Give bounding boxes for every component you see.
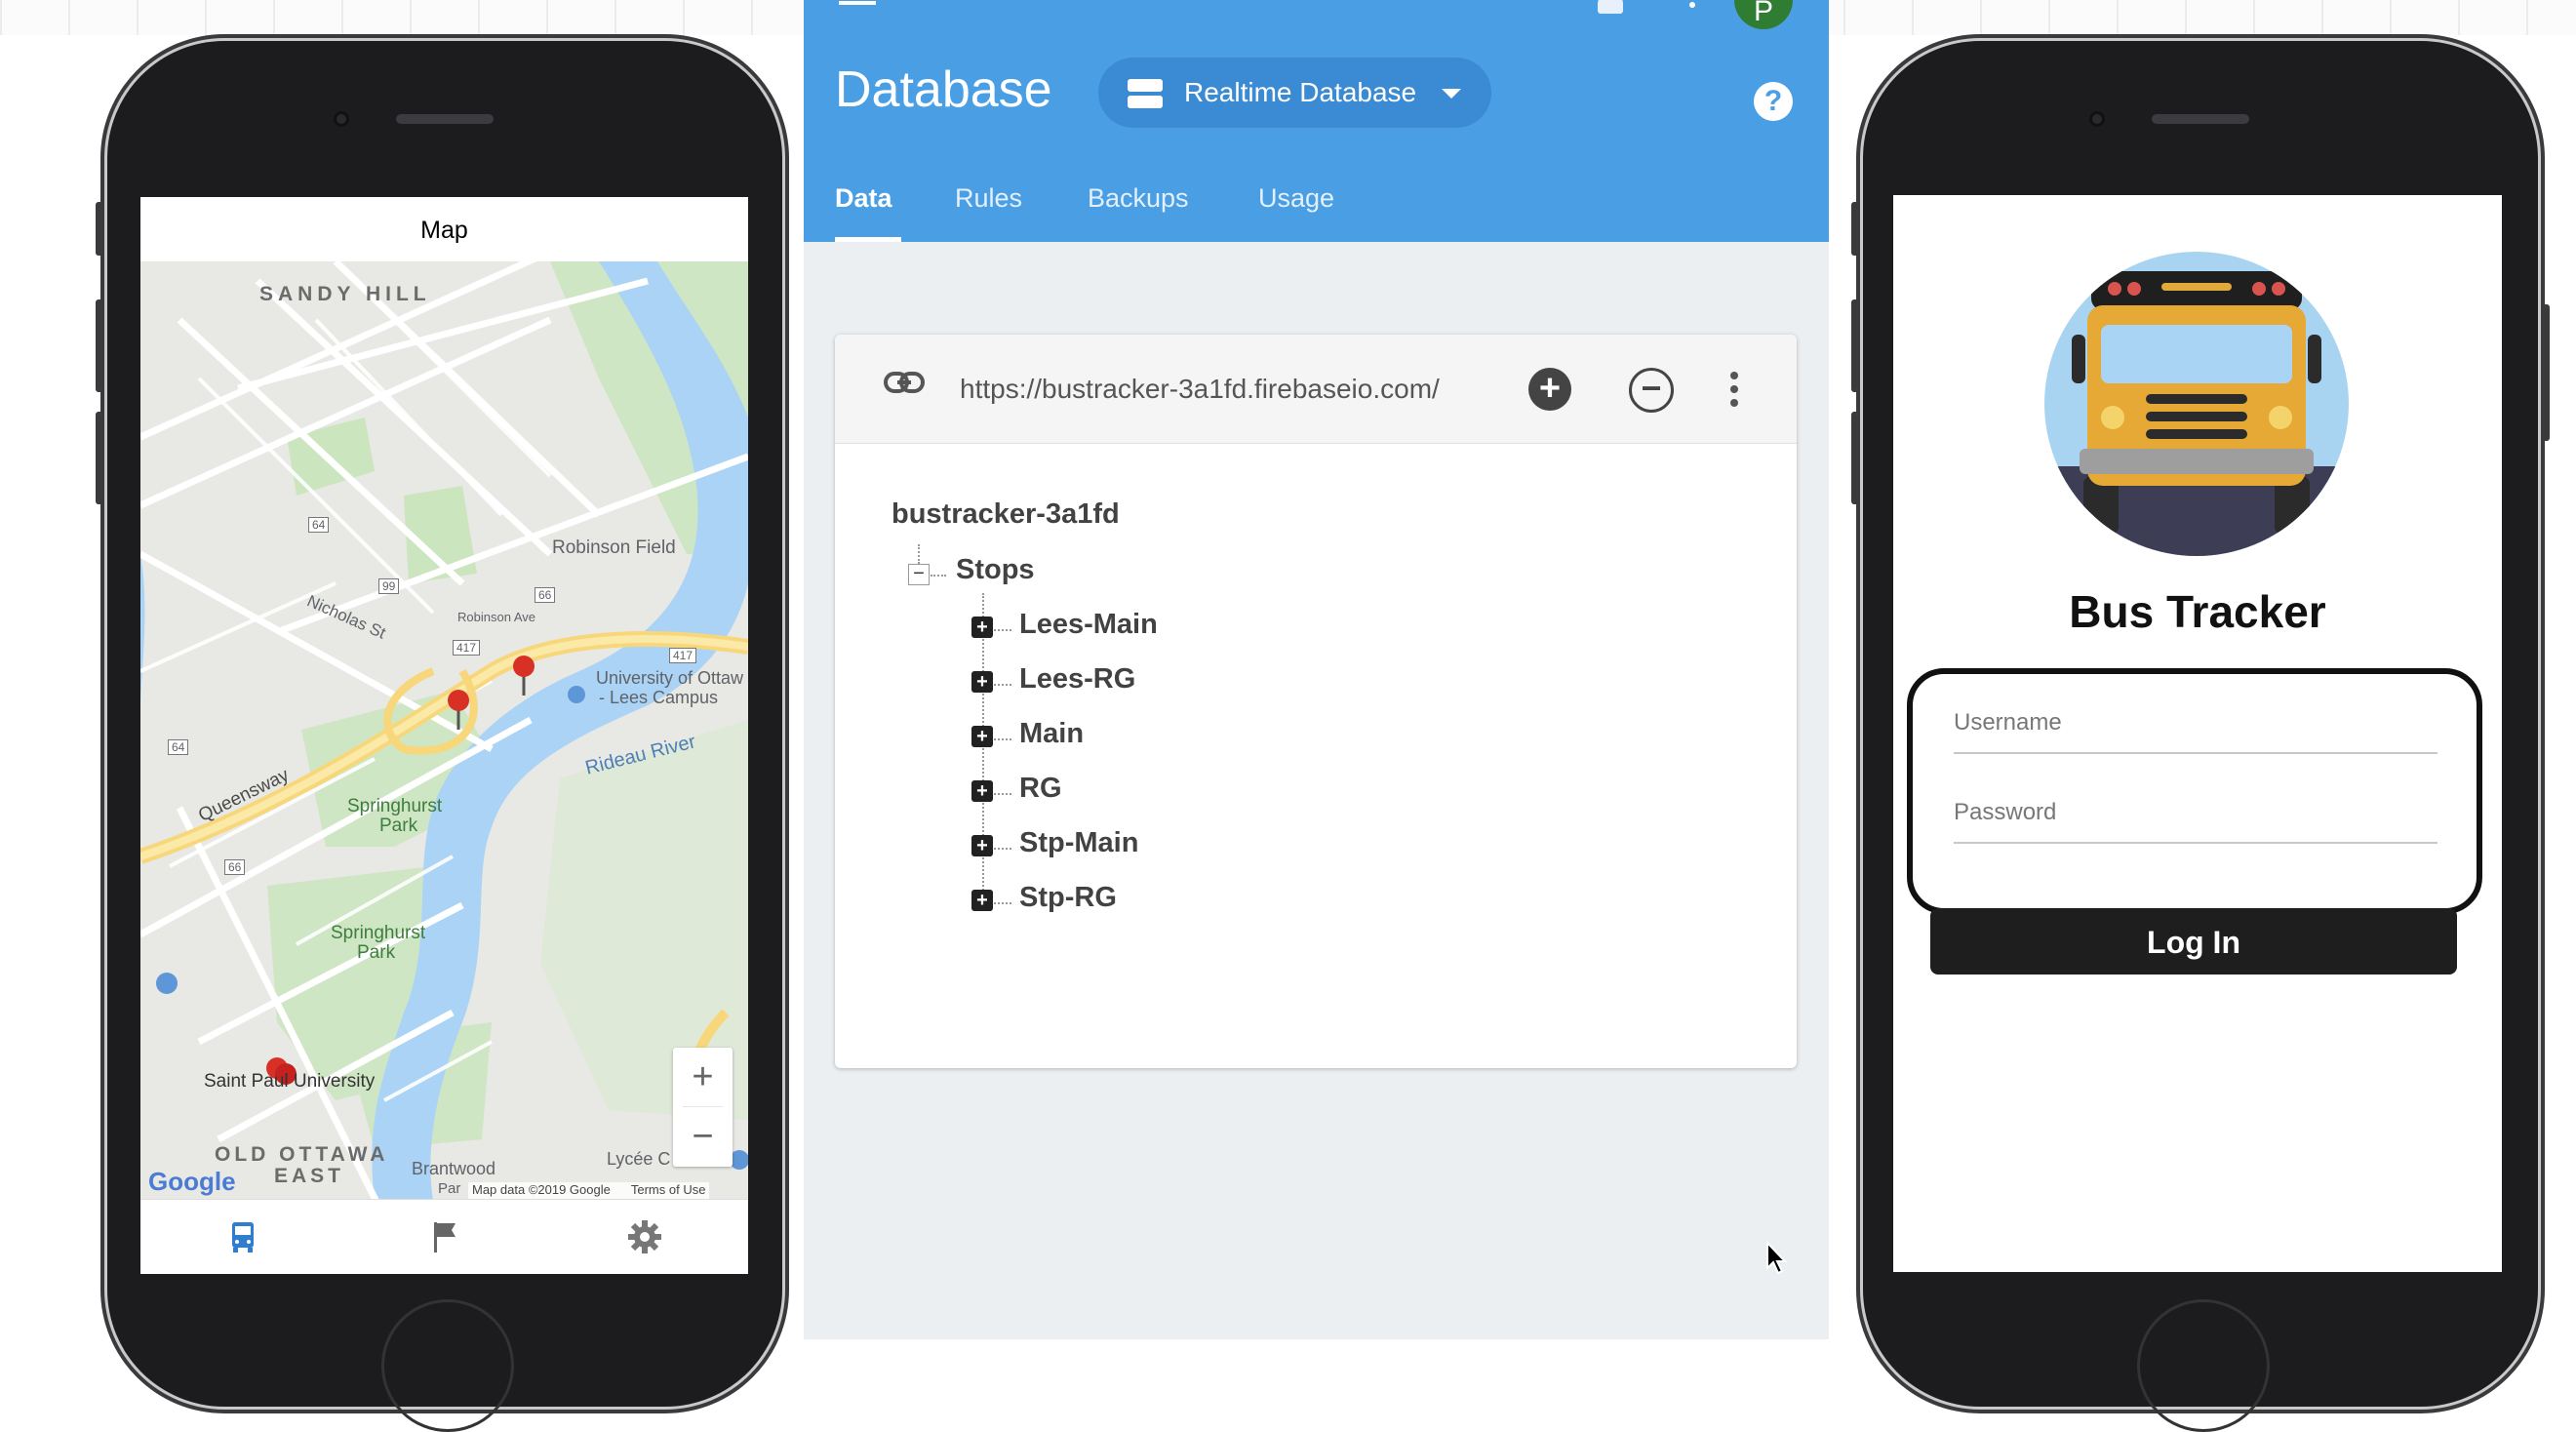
tree-root[interactable]: bustracker-3a1fd [892,498,1120,531]
page-title: Database [835,61,1052,118]
rd-64-b: 64 [168,739,189,755]
tab-backups[interactable]: Backups [1088,183,1189,214]
app-title: Bus Tracker [2069,586,2326,637]
tree-node-rg[interactable]: RG [1019,773,1062,805]
front-camera [334,111,349,127]
map-data-text: Map data ©2019 Google [472,1182,611,1197]
map-label-sandy-hill: SANDY HILL [259,283,431,305]
map-label-springhurst-1: Springhurst [347,796,443,816]
chevron-down-icon [1442,89,1461,99]
front-camera [2089,111,2105,127]
map-title: Map [420,217,468,244]
map-label-lycee: Lycée C [607,1149,671,1169]
card-toolbar: https://bustracker-3a1fd.firebaseio.com/… [835,335,1797,444]
expand-icon[interactable]: + [971,617,993,638]
map-label-lees-campus: - Lees Campus [599,688,719,707]
zoom-control: + − [673,1048,733,1167]
tab-usage[interactable]: Usage [1258,183,1334,214]
map-label-robinson-ave: Robinson Ave [457,610,535,624]
home-button[interactable] [381,1299,514,1432]
bus-icon[interactable] [223,1217,262,1256]
rd-66-a: 66 [535,587,556,603]
map-view[interactable]: SANDY HILL Robinson Field Nicholas St Ro… [140,261,748,1200]
rd-64-a: 64 [308,517,330,533]
map-label-old-ottawa-b: EAST [274,1165,345,1187]
more-vert-icon[interactable] [1689,2,1695,8]
map-label-brantwood: Brantwood [412,1159,496,1178]
map-label-robinson-field: Robinson Field [552,537,676,558]
db-selector[interactable]: Realtime Database [1098,58,1491,128]
map-label-old-ottawa: OLD OTTAWA [215,1143,389,1166]
login-button[interactable]: Log In [1930,908,2457,975]
map-canvas[interactable] [140,261,748,1200]
hwy-417-b: 417 [669,648,697,663]
tab-data[interactable]: Data [835,183,892,214]
rd-99: 99 [378,578,400,594]
expand-icon[interactable]: + [971,671,993,693]
expand-icon[interactable]: + [971,890,993,911]
map-label-par: Par [438,1180,461,1197]
database-icon [1128,79,1163,108]
db-selector-label: Realtime Database [1184,77,1417,107]
login-form: Username Password Log In [1907,668,2482,975]
flag-icon[interactable] [425,1217,464,1256]
map-attribution: Map data ©2019 Google Terms of Use [468,1182,710,1200]
db-url[interactable]: https://bustracker-3a1fd.firebaseio.com/ [960,374,1440,405]
map-label-springhurst-1b: Park [379,815,418,836]
map-label-springhurst-2b: Park [357,942,396,963]
left-phone: Map SANDY HILL Robinson Field Nicholas S… [96,41,782,1432]
terms-link[interactable]: Terms of Use [631,1182,706,1197]
right-phone: Bus Tracker Username Password Log In [1851,41,2550,1432]
add-icon[interactable]: + [1528,368,1571,411]
tree-node-lees-rg[interactable]: Lees-RG [1019,663,1135,696]
tree-node-lees-main[interactable]: Lees-Main [1019,609,1158,641]
gear-icon[interactable] [625,1217,664,1256]
speaker-grill [2152,114,2249,124]
more-vert-icon[interactable] [1730,372,1738,409]
tab-indicator [835,237,901,242]
expand-icon[interactable]: + [971,835,993,856]
map-label-saint-paul: Saint Paul University [204,1071,376,1092]
hwy-417-a: 417 [453,640,481,656]
tree-node-stp-main[interactable]: Stp-Main [1019,827,1138,859]
tab-rules[interactable]: Rules [955,183,1022,214]
link-icon[interactable] [884,371,925,394]
rd-66-b: 66 [224,859,246,875]
tree-node-stp-rg[interactable]: Stp-RG [1019,882,1117,914]
home-button[interactable] [2137,1299,2270,1432]
help-icon[interactable]: ? [1754,82,1793,121]
login-button-label: Log In [2147,925,2240,960]
username-field[interactable]: Username [1954,709,2062,736]
mouse-cursor-icon [1766,1241,1788,1275]
expand-icon[interactable]: + [971,780,993,802]
password-field[interactable]: Password [1954,799,2056,826]
remove-icon[interactable]: − [1629,368,1674,413]
speaker-grill [396,114,494,124]
zoom-out-button[interactable]: − [673,1107,733,1166]
avatar[interactable]: P [1734,0,1793,29]
data-card: https://bustracker-3a1fd.firebaseio.com/… [835,335,1797,1068]
map-title-bar: Map [140,197,748,262]
hamburger-icon[interactable] [839,0,876,12]
map-screen: Map SANDY HILL Robinson Field Nicholas S… [140,197,748,1274]
bell-icon[interactable] [1598,0,1623,14]
firebase-console: P Database Realtime Database ? Data Rule… [804,0,1829,1339]
map-label-university: University of Ottaw [596,668,744,688]
google-logo: Google [148,1167,236,1196]
expand-icon[interactable]: + [971,726,993,747]
map-label-springhurst-2: Springhurst [331,923,426,943]
bus-logo [2044,252,2349,556]
collapse-stops-icon[interactable]: − [908,564,930,585]
tree-node-stops[interactable]: Stops [956,554,1035,586]
login-screen: Bus Tracker Username Password Log In [1893,195,2502,1272]
map-tab-bar [140,1199,748,1274]
tree-node-main[interactable]: Main [1019,718,1084,750]
firebase-header: P Database Realtime Database ? Data Rule… [804,0,1829,242]
zoom-in-button[interactable]: + [673,1048,733,1106]
